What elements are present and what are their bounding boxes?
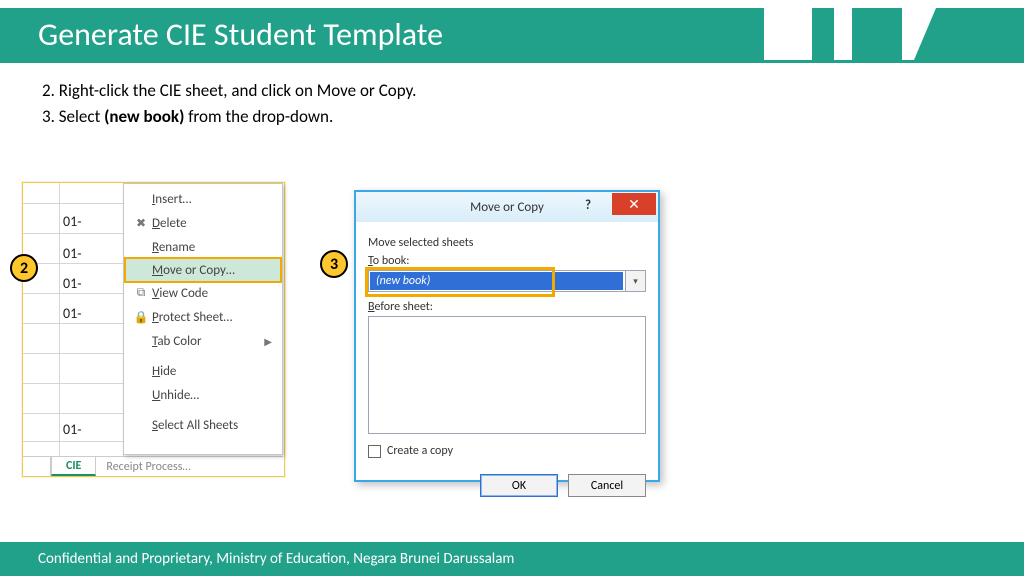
chevron-down-icon[interactable]: ▾ <box>625 271 645 291</box>
title-bar: Generate CIE Student Template <box>0 8 1024 60</box>
delete-icon: ✖ <box>130 216 152 231</box>
menu-tab-color[interactable]: Tab Color ▶ <box>126 329 280 353</box>
cell: 01- <box>63 275 81 292</box>
create-copy-row[interactable]: Create a copy <box>368 444 646 458</box>
to-book-selected-value: (new book) <box>370 272 623 290</box>
footer-text: Confidential and Proprietary, Ministry o… <box>38 550 514 568</box>
context-menu: Insert… ✖ Delete Rename Move or Copy… ⧉ … <box>123 183 283 455</box>
instruction-step-3: 3. Select (new book) from the drop-down. <box>42 104 984 130</box>
menu-protect-sheet[interactable]: 🔒 Protect Sheet… <box>126 305 280 329</box>
create-copy-label: Create a copy <box>387 444 453 458</box>
step-marker-3: 3 <box>320 250 348 278</box>
instruction-step-2: 2. Right-click the CIE sheet, and click … <box>42 78 984 104</box>
cell: 01- <box>63 421 81 438</box>
before-sheet-list[interactable] <box>368 316 646 434</box>
menu-delete[interactable]: ✖ Delete <box>126 211 280 235</box>
title-stripe-1 <box>812 8 834 60</box>
menu-unhide[interactable]: Unhide… <box>126 383 280 407</box>
ok-button[interactable]: OK <box>480 474 558 497</box>
dialog-title-text: Move or Copy <box>470 200 544 215</box>
menu-insert[interactable]: Insert… <box>126 187 280 211</box>
title-stripe-2 <box>852 8 902 60</box>
sheet-tab-others[interactable]: Receipt Process… <box>96 460 200 474</box>
dialog-help-button[interactable]: ? <box>568 194 608 216</box>
move-selected-label: Move selected sheets <box>368 236 646 250</box>
lock-icon: 🔒 <box>130 310 152 325</box>
title-underline <box>0 60 1024 63</box>
step-marker-2: 2 <box>10 254 38 282</box>
menu-rename[interactable]: Rename <box>126 235 280 259</box>
sheet-tabs: CIE Receipt Process… <box>23 456 283 476</box>
move-or-copy-dialog: Move or Copy ? ✕ Move selected sheets To… <box>354 190 660 482</box>
to-book-dropdown[interactable]: (new book) ▾ <box>368 270 646 292</box>
menu-move-or-copy[interactable]: Move or Copy… <box>125 258 281 282</box>
cancel-button[interactable]: Cancel <box>568 474 646 497</box>
footer-bar: Confidential and Proprietary, Ministry o… <box>0 542 1024 576</box>
sheet-tab-cie[interactable]: CIE <box>51 457 96 476</box>
create-copy-checkbox[interactable] <box>368 445 381 458</box>
before-sheet-label: Before sheet: <box>368 300 646 314</box>
page-title: Generate CIE Student Template <box>38 8 443 60</box>
cell: 01- <box>63 305 81 322</box>
excel-context-screenshot: 01- 01- 01- 01- 01- CIE Receipt Process…… <box>22 182 285 477</box>
code-icon: ⧉ <box>130 286 152 300</box>
instructions: 2. Right-click the CIE sheet, and click … <box>42 78 984 129</box>
worksheet-grid: 01- 01- 01- 01- 01- <box>23 183 123 456</box>
cell: 01- <box>63 213 81 230</box>
close-icon[interactable]: ✕ <box>612 193 656 215</box>
menu-hide[interactable]: Hide <box>126 359 280 383</box>
menu-select-all-sheets[interactable]: Select All Sheets <box>126 413 280 437</box>
chevron-right-icon: ▶ <box>264 335 272 348</box>
menu-view-code[interactable]: ⧉ View Code <box>126 281 280 305</box>
dialog-titlebar: Move or Copy ? ✕ <box>356 192 658 222</box>
to-book-label: To book: <box>368 254 646 268</box>
cell: 01- <box>63 245 81 262</box>
